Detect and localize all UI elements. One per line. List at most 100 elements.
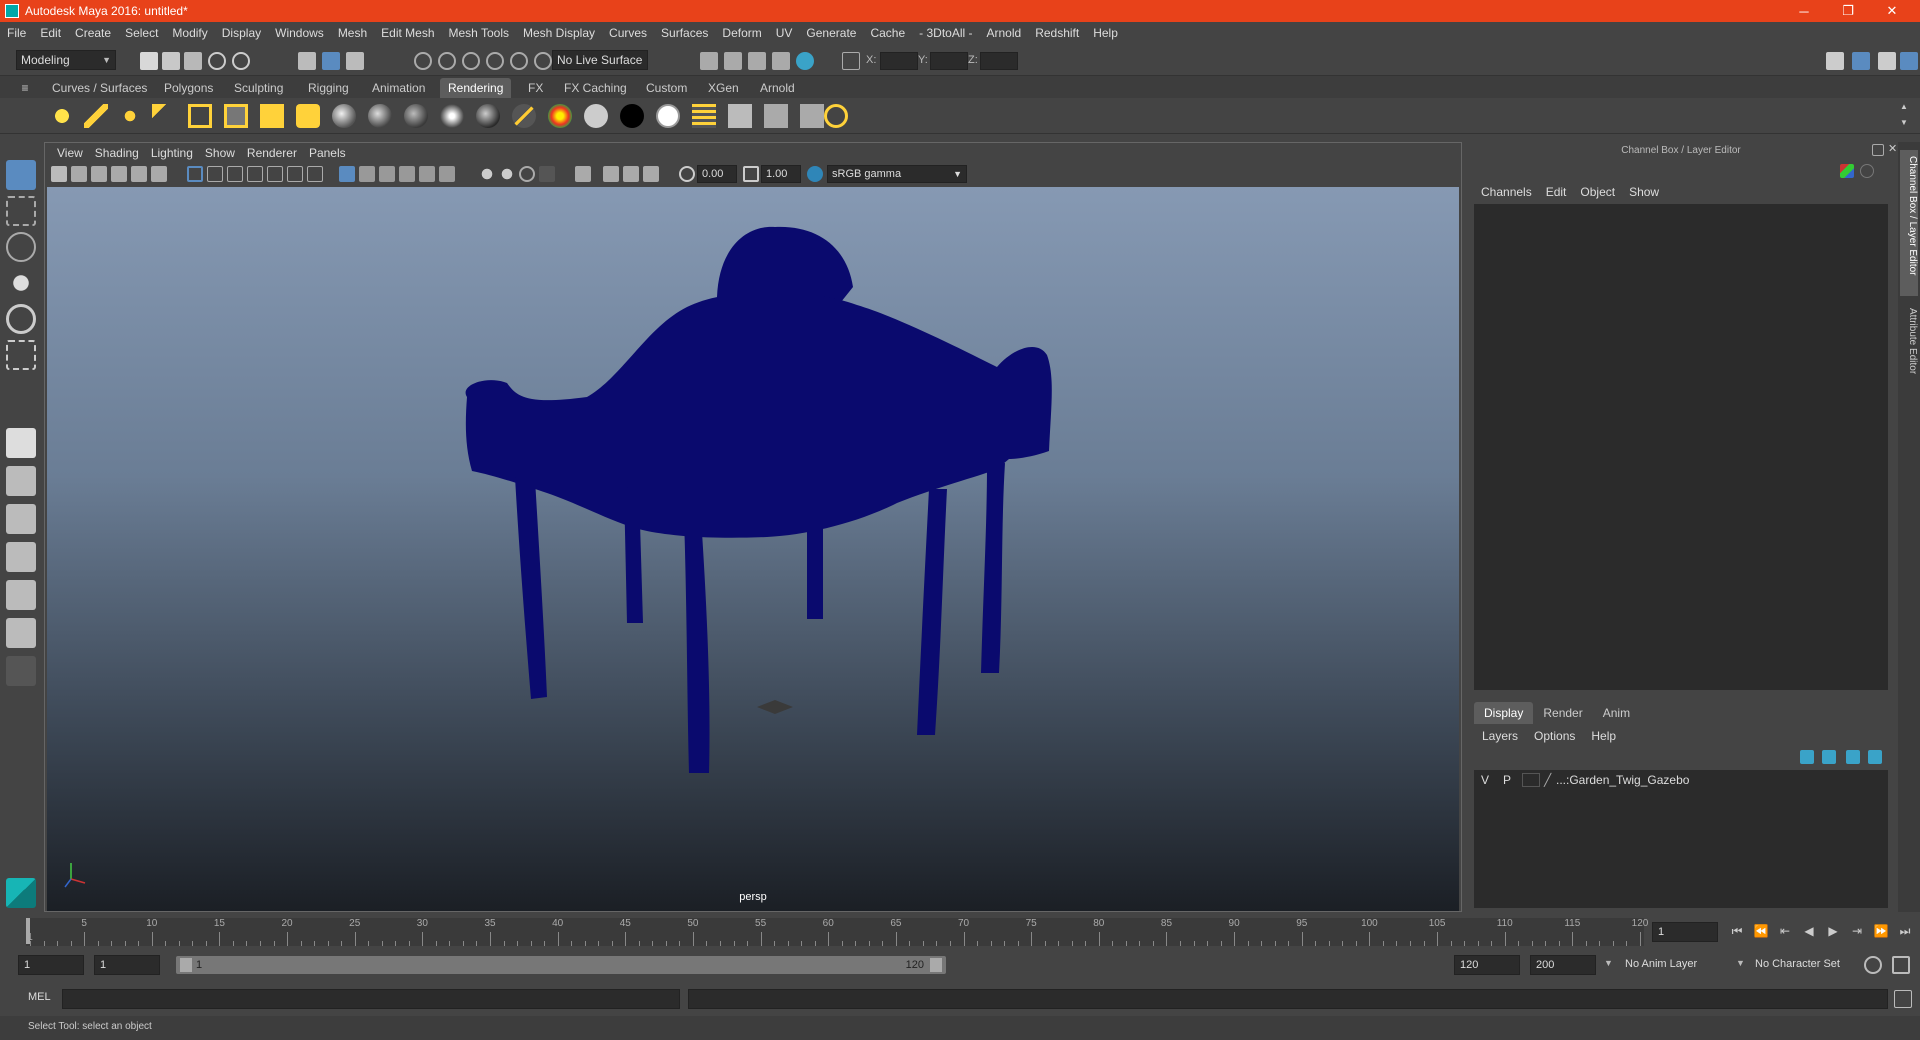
snap-point-icon[interactable] [462, 52, 480, 70]
safe-action-icon[interactable] [287, 166, 303, 182]
shelf-tab-custom[interactable]: Custom [638, 78, 695, 98]
3d-viewport[interactable]: persp [47, 187, 1459, 911]
viewport-menu-panels[interactable]: Panels [303, 146, 352, 160]
more-layouts-icon[interactable] [6, 656, 36, 686]
menu-uv[interactable]: UV [769, 22, 800, 44]
script-editor-icon[interactable] [1894, 990, 1912, 1008]
layered-shader-icon[interactable] [656, 104, 680, 128]
layer-row[interactable]: V P ╱ ...:Garden_Twig_Gazebo [1474, 770, 1888, 790]
y-field[interactable] [930, 52, 968, 70]
layer-tab-anim[interactable]: Anim [1593, 702, 1640, 724]
field-chart-icon[interactable] [267, 166, 283, 182]
shelf-tab-sculpting[interactable]: Sculpting [226, 78, 291, 98]
select-tool-icon[interactable] [6, 160, 36, 190]
playback-end-field[interactable]: 120 [1454, 955, 1520, 975]
paint-select-tool-icon[interactable] [6, 232, 36, 262]
select-by-hierarchy-icon[interactable] [298, 52, 316, 70]
isolate-select-icon[interactable] [575, 166, 591, 182]
range-end-handle[interactable] [930, 958, 942, 972]
snap-plane-icon[interactable] [486, 52, 504, 70]
menu-3dtoall[interactable]: - 3DtoAll - [912, 22, 979, 44]
gamma-icon[interactable] [743, 166, 759, 182]
shadows-icon[interactable] [439, 166, 455, 182]
chevron-down-icon[interactable]: ▼ [1604, 958, 1613, 968]
menu-display[interactable]: Display [215, 22, 268, 44]
save-scene-icon[interactable] [184, 52, 202, 70]
menu-redshift[interactable]: Redshift [1028, 22, 1086, 44]
menu-cache[interactable]: Cache [863, 22, 912, 44]
minimize-button[interactable]: ─ [1782, 0, 1826, 22]
snap-view-icon[interactable] [534, 52, 552, 70]
image-plane-icon[interactable] [111, 166, 127, 182]
close-panel-icon[interactable]: ✕ [1888, 142, 1898, 156]
area-light-icon[interactable] [188, 104, 212, 128]
go-to-end-icon[interactable]: ⏭ [1896, 922, 1914, 940]
gamma-field[interactable]: 1.00 [761, 165, 801, 183]
menu-file[interactable]: File [0, 22, 33, 44]
menu-mesh[interactable]: Mesh [331, 22, 374, 44]
select-camera-icon[interactable] [51, 166, 67, 182]
shelf-tab-curves-surfaces[interactable]: Curves / Surfaces [44, 78, 155, 98]
character-set-dropdown[interactable]: No Character Set [1750, 955, 1868, 975]
scale-tool-icon[interactable] [6, 340, 36, 370]
step-forward-key-icon[interactable]: ⇥ [1848, 922, 1866, 940]
snap-grid-icon[interactable] [414, 52, 432, 70]
move-layer-down-icon[interactable] [1822, 750, 1836, 764]
gazebo-mesh[interactable] [465, 226, 1052, 773]
menu-arnold[interactable]: Arnold [980, 22, 1029, 44]
viewport-menu-shading[interactable]: Shading [89, 146, 145, 160]
current-frame-field[interactable]: 1 [1652, 922, 1718, 942]
bookmarks-icon[interactable] [91, 166, 107, 182]
channel-box-menu-show[interactable]: Show [1622, 182, 1666, 202]
range-start-handle[interactable] [180, 958, 192, 972]
anim-layer-dropdown[interactable]: No Anim Layer [1620, 955, 1738, 975]
command-language-label[interactable]: MEL [28, 991, 51, 1003]
batch-render-icon[interactable] [800, 104, 824, 128]
grid-icon[interactable] [187, 166, 203, 182]
move-layer-up-icon[interactable] [1800, 750, 1814, 764]
shelf-tab-animation[interactable]: Animation [364, 78, 433, 98]
menu-mesh-tools[interactable]: Mesh Tools [442, 22, 516, 44]
point-light-icon[interactable] [118, 104, 142, 128]
play-backwards-icon[interactable]: ◀ [1800, 922, 1818, 940]
shelf-tab-fx[interactable]: FX [520, 78, 551, 98]
maximize-button[interactable]: ❐ [1826, 0, 1870, 22]
menu-modify[interactable]: Modify [165, 22, 214, 44]
animation-end-field[interactable]: 200 [1530, 955, 1596, 975]
shelf-tab-fx-caching[interactable]: FX Caching [556, 78, 635, 98]
layer-tab-render[interactable]: Render [1533, 702, 1592, 724]
new-empty-layer-icon[interactable] [1846, 750, 1860, 764]
animation-start-field[interactable]: 1 [18, 955, 84, 975]
gate-mask-icon[interactable] [247, 166, 263, 182]
side-tab-channel-box[interactable]: Channel Box / Layer Editor [1900, 150, 1918, 296]
layer-playback-toggle[interactable]: P [1496, 773, 1518, 787]
channel-box-axis-icon[interactable] [1840, 164, 1854, 178]
xray-icon[interactable] [603, 166, 619, 182]
lambert-icon[interactable] [404, 104, 428, 128]
command-input[interactable] [62, 989, 680, 1009]
new-layer-from-selection-icon[interactable] [1868, 750, 1882, 764]
rotate-tool-icon[interactable] [6, 304, 36, 334]
xray-active-components-icon[interactable] [623, 166, 639, 182]
layer-name[interactable]: ...:Garden_Twig_Gazebo [1556, 773, 1689, 787]
use-all-lights-icon[interactable] [419, 166, 435, 182]
grease-pencil-icon[interactable] [151, 166, 167, 182]
xray-joints-icon[interactable] [643, 166, 659, 182]
shelf-tab-polygons[interactable]: Polygons [156, 78, 221, 98]
layer-menu-options[interactable]: Options [1526, 726, 1583, 746]
shelf-scroll-up-icon[interactable]: ▲ [1900, 102, 1910, 111]
four-view-layout-icon[interactable] [6, 466, 36, 496]
persp-outliner-layout-icon[interactable] [6, 504, 36, 534]
exposure-icon[interactable] [679, 166, 695, 182]
ipr-render-shelf-icon[interactable] [764, 104, 788, 128]
viewport-menu-show[interactable]: Show [199, 146, 241, 160]
view-transform-dropdown[interactable]: sRGB gamma ▼ [827, 165, 967, 183]
persp-relationship-layout-icon[interactable] [6, 618, 36, 648]
layer-visibility-toggle[interactable]: V [1474, 773, 1496, 787]
persp-graph-layout-icon[interactable] [6, 542, 36, 572]
menu-select[interactable]: Select [118, 22, 165, 44]
channel-box-toggle-icon[interactable] [1900, 52, 1918, 70]
exposure-field[interactable]: 0.00 [697, 165, 737, 183]
render-frame-icon[interactable] [724, 52, 742, 70]
volume-light-icon[interactable] [224, 104, 248, 128]
